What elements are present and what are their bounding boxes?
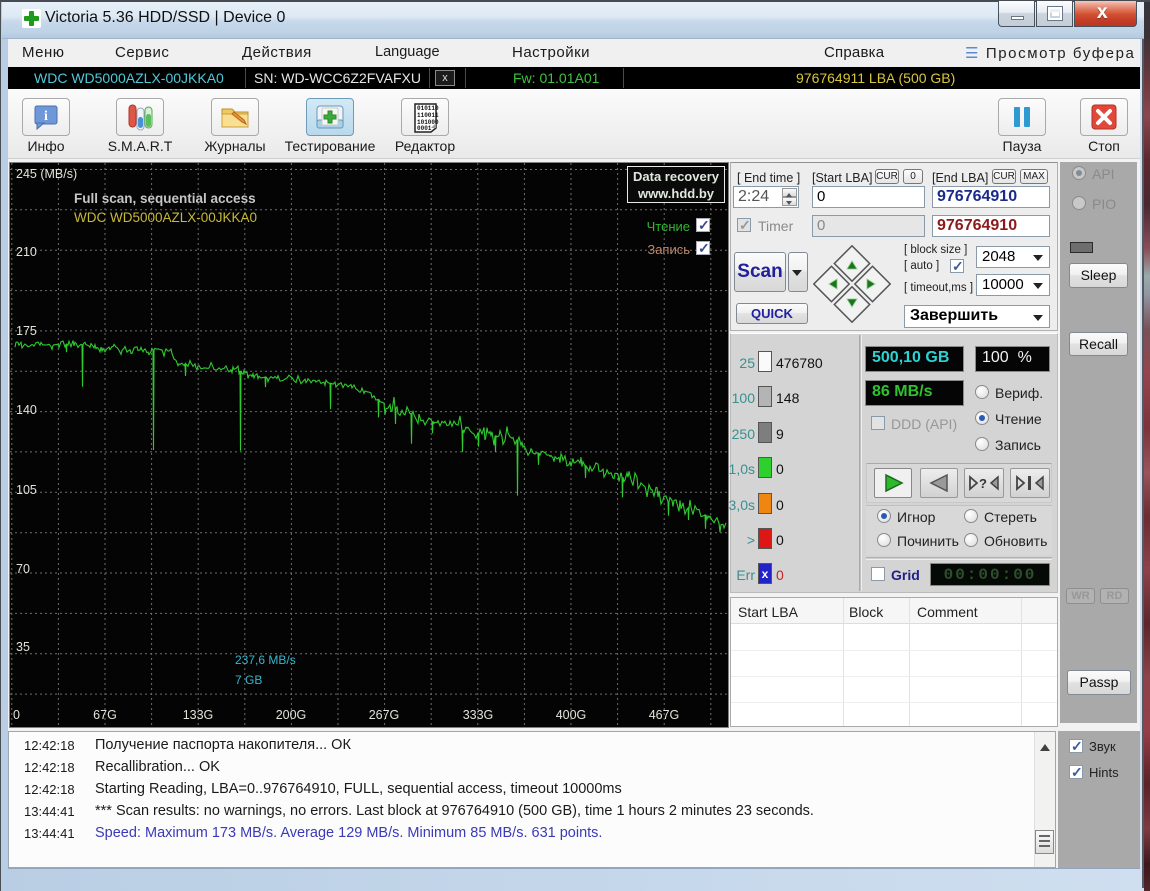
svg-text:?: ? [979,476,987,491]
svg-text:i: i [44,109,48,124]
svg-text:110011: 110011 [417,112,439,119]
svg-text:0001: 0001 [417,125,432,132]
svg-text:010110: 010110 [417,105,439,112]
